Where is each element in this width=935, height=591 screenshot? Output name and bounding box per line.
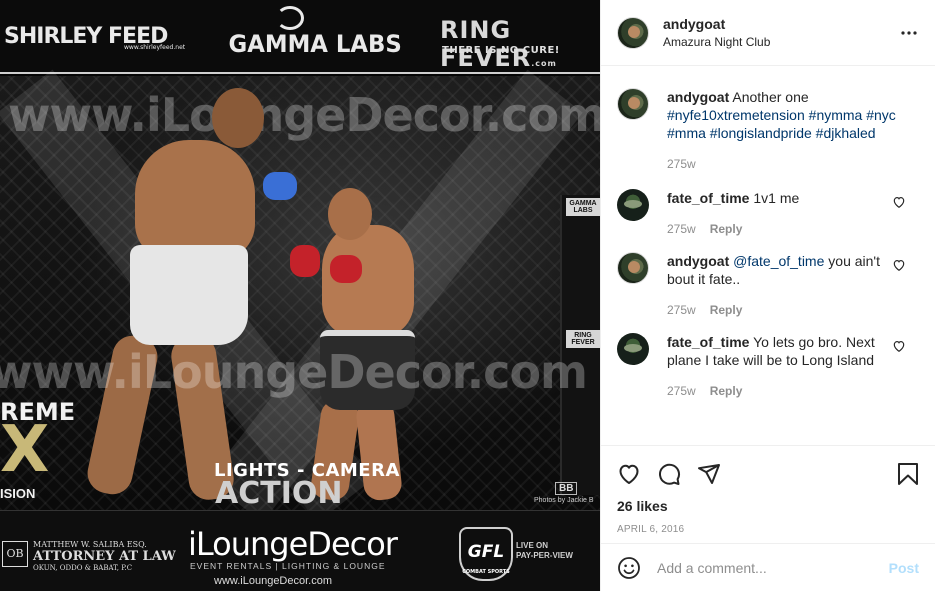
timestamp[interactable]: 275w <box>667 222 696 236</box>
hashtag-link[interactable]: #djkhaled <box>816 125 876 141</box>
post-actions: 26 likes APRIL 6, 2016 <box>601 445 935 543</box>
comment-body: 1v1 me <box>753 190 800 206</box>
hashtag-link[interactable]: #nymma <box>809 107 863 123</box>
event-logo-x: X <box>0 413 50 487</box>
hashtag-link[interactable]: #nyc <box>866 107 896 123</box>
comment-text: fate_of_time 1v1 me <box>667 189 899 207</box>
comment-item: fate_of_time Yo lets go bro. Next plane … <box>617 333 919 398</box>
bottom-sponsor-banner: OB MATTHEW W. SALIBA ESQ. ATTORNEY AT LA… <box>0 510 600 591</box>
ring-fever-tagline: THERE IS NO CURE! <box>442 45 560 56</box>
comment-meta: 275w Reply <box>667 222 899 236</box>
fighter-2-head <box>328 188 372 240</box>
comment-item: fate_of_time 1v1 me 275w Reply <box>617 189 919 236</box>
avatar[interactable] <box>617 252 649 284</box>
comment-text: fate_of_time Yo lets go bro. Next plane … <box>667 333 899 369</box>
hashtag-link[interactable]: #nyfe10xtremetension <box>667 107 805 123</box>
law-firm-logo: OB <box>2 541 28 567</box>
hashtag-link[interactable]: #mma <box>667 125 706 141</box>
shirley-feed-logo: SHIRLEY FEED www.shirleyfeed.net <box>4 24 186 51</box>
ilounge-logo: iLoungeDecor <box>188 525 398 563</box>
header-location[interactable]: Amazura Night Club <box>663 35 770 49</box>
action-text: ACTION <box>215 476 343 511</box>
avatar[interactable] <box>617 88 649 120</box>
reply-button[interactable]: Reply <box>710 303 743 317</box>
heart-icon <box>619 464 639 484</box>
gamma-labs-icon <box>276 6 304 30</box>
post-comment-button[interactable]: Post <box>889 560 919 576</box>
like-comment-heart-icon[interactable] <box>892 195 906 209</box>
ppv-text: LIVE ON PAY-PER-VIEW <box>516 541 573 560</box>
comment-icon <box>659 463 680 485</box>
likes-count[interactable]: 26 likes <box>617 498 919 514</box>
photographer-badge: BB <box>555 482 578 495</box>
header-username[interactable]: andygoat <box>663 16 770 32</box>
share-icon <box>698 464 720 484</box>
emoji-icon[interactable] <box>617 556 641 580</box>
comment-button[interactable] <box>657 456 697 492</box>
more-icon <box>901 31 917 35</box>
caption-username[interactable]: andygoat <box>667 89 729 105</box>
ring-fever-logo: RING FEVER.com <box>440 16 557 72</box>
fighter-1-glove <box>263 172 297 200</box>
hashtag-link[interactable]: #longislandpride <box>710 125 812 141</box>
avatar[interactable] <box>617 333 649 365</box>
mention-link[interactable]: @fate_of_time <box>733 253 824 269</box>
post-date[interactable]: APRIL 6, 2016 <box>617 524 919 535</box>
ilounge-tagline: EVENT RENTALS | LIGHTING & LOUNGE <box>190 561 386 571</box>
top-sponsor-banner: SHIRLEY FEED www.shirleyfeed.net GAMMA LA… <box>0 0 600 74</box>
fighter-1-shorts <box>130 245 248 345</box>
post-modal: SHIRLEY FEED www.shirleyfeed.net GAMMA LA… <box>0 0 935 591</box>
photo-credit: Photos by Jackie B <box>534 497 594 504</box>
gfl-logo: GFL COMBAT SPORTS <box>459 527 513 581</box>
comment-item: andygoat @fate_of_time you ain't bout it… <box>617 252 919 317</box>
add-comment-bar: Post <box>601 543 935 591</box>
caption-body: Another one <box>732 89 809 105</box>
avatar[interactable] <box>617 16 649 49</box>
comment-text: andygoat @fate_of_time you ain't bout it… <box>667 252 899 288</box>
more-options-button[interactable] <box>897 21 921 45</box>
timestamp[interactable]: 275w <box>667 384 696 398</box>
watermark: www.iLoungeDecor.com <box>0 345 588 399</box>
watermark: www.iLoungeDecor.com <box>8 88 600 142</box>
comment-username[interactable]: fate_of_time <box>667 190 749 206</box>
event-logo-sub: ISION <box>0 486 36 501</box>
post-details-panel: andygoat Amazura Night Club andygoat Ano… <box>600 0 935 591</box>
comment-username[interactable]: fate_of_time <box>667 334 749 350</box>
reply-button[interactable]: Reply <box>710 222 743 236</box>
fighter-1-torso <box>135 140 255 260</box>
timestamp[interactable]: 275w <box>667 303 696 317</box>
caption-text: andygoat Another one #nyfe10xtremetensio… <box>667 88 919 142</box>
cage-label: GAMMA LABS <box>566 198 600 216</box>
post-photo[interactable]: SHIRLEY FEED www.shirleyfeed.net GAMMA LA… <box>0 0 600 591</box>
comment-meta: 275w Reply <box>667 384 899 398</box>
post-caption: andygoat Another one #nyfe10xtremetensio… <box>617 88 919 171</box>
comments-list[interactable]: andygoat Another one #nyfe10xtremetensio… <box>601 66 935 445</box>
post-header: andygoat Amazura Night Club <box>601 0 935 66</box>
share-button[interactable] <box>697 456 737 492</box>
avatar[interactable] <box>617 189 649 221</box>
caption-meta: 275w <box>667 157 919 171</box>
ilounge-url: www.iLoungeDecor.com <box>214 575 333 587</box>
like-comment-heart-icon[interactable] <box>892 339 906 353</box>
timestamp[interactable]: 275w <box>667 157 696 171</box>
bookmark-icon <box>898 463 918 485</box>
reply-button[interactable]: Reply <box>710 384 743 398</box>
save-button[interactable] <box>895 456 919 492</box>
gamma-labs-logo: GAMMA LABS <box>228 30 402 58</box>
comment-input[interactable] <box>657 559 889 576</box>
comment-meta: 275w Reply <box>667 303 899 317</box>
fighter-2-glove <box>290 245 320 277</box>
fighter-1-head <box>212 88 264 148</box>
attorney-ad: MATTHEW W. SALIBA ESQ. ATTORNEY AT LAW O… <box>33 540 176 572</box>
like-comment-heart-icon[interactable] <box>892 258 906 272</box>
like-button[interactable] <box>617 456 657 492</box>
comment-username[interactable]: andygoat <box>667 253 729 269</box>
fighter-2-glove <box>330 255 362 283</box>
